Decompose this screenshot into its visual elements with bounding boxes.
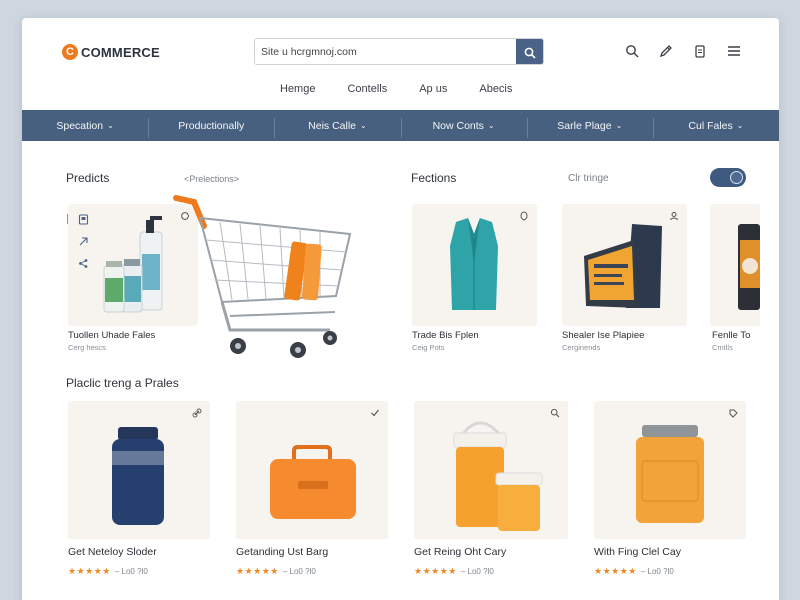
logo-mark: C — [62, 44, 78, 60]
product-card[interactable] — [236, 401, 388, 539]
product-name[interactable]: Getanding Ust Barg — [236, 546, 328, 558]
product-name[interactable]: With Fing Clel Cay — [594, 546, 681, 558]
subnav-link-abecis[interactable]: Abecis — [479, 83, 512, 95]
product-rating: ★★★★★ – Lo0 ?l0 — [236, 566, 316, 577]
product-card[interactable] — [414, 401, 568, 539]
star-rating: ★★★★★ — [414, 566, 457, 576]
store-window: C COMMERCE Hemge Contells Ap us Abe — [22, 18, 779, 600]
product-price: – Lo0 ?l0 — [460, 567, 494, 576]
product-name[interactable]: Trade Bis Fplen — [412, 330, 479, 341]
product-meta: Ceig Pots — [412, 343, 445, 352]
product-name[interactable]: Fenlle To — [712, 330, 750, 341]
orange-canister-image — [636, 425, 704, 523]
section-title-products: Predicts — [66, 171, 110, 185]
menu-icon[interactable] — [725, 42, 743, 60]
product-card[interactable] — [710, 204, 760, 326]
product-rating: ★★★★★ – Lo0 ?l0 — [594, 566, 674, 577]
product-meta: Cerg hescs — [68, 343, 106, 352]
category-neis-calle[interactable]: Neis Calle ⌄ — [274, 117, 400, 138]
category-specation[interactable]: Specation ⌄ — [22, 120, 148, 132]
category-label: Cul Fales — [688, 119, 733, 132]
orange-case-image — [270, 445, 356, 519]
tablet-device-image — [584, 224, 662, 308]
section-title-fections: Fections — [411, 171, 457, 185]
product-card[interactable] — [594, 401, 746, 539]
category-label: Sarle Plage — [557, 119, 612, 132]
subnav-link-home[interactable]: Hemge — [280, 83, 315, 95]
category-sarle-plage[interactable]: Sarle Plage ⌄ — [526, 117, 653, 138]
subnav-link-contacts[interactable]: Contells — [347, 83, 387, 95]
navy-jar-image — [112, 427, 164, 525]
search-button[interactable] — [516, 39, 543, 64]
category-label: Specation — [56, 119, 104, 132]
teal-vest-image — [450, 218, 498, 310]
search-icon — [524, 47, 536, 59]
product-card[interactable] — [562, 204, 687, 326]
product-card[interactable] — [412, 204, 537, 326]
category-cul-fales[interactable]: Cul Fales ⌄ — [652, 117, 779, 138]
product-card[interactable] — [68, 401, 210, 539]
category-label: Now Conts — [432, 119, 484, 132]
product-price: – Lo0 ?l0 — [114, 567, 148, 576]
view-toggle[interactable] — [710, 168, 746, 187]
section-title-practice: Placlic treng a Prales — [66, 376, 179, 390]
header-actions — [623, 42, 743, 60]
shopping-cart-image — [173, 195, 352, 358]
product-name[interactable]: Shealer Ise Plapiee — [562, 330, 644, 341]
search-bar — [254, 38, 544, 65]
product-meta: Cmtlls — [712, 343, 733, 352]
section-subtitle-products[interactable]: <Prelections> — [184, 174, 239, 184]
category-bar: Specation ⌄ Productionally Neis Calle ⌄ No… — [22, 110, 779, 141]
category-label: Neis Calle — [308, 119, 356, 132]
category-label: Productionally — [178, 119, 245, 132]
subnav-link-about[interactable]: Ap us — [419, 83, 447, 95]
product-rating: ★★★★★ – Lo0 ?l0 — [68, 566, 148, 577]
chevron-down-icon: ⌄ — [487, 121, 495, 130]
product-image — [738, 224, 760, 310]
section-subtitle-fections: Clr tringe — [568, 173, 609, 184]
toggle-knob — [730, 171, 743, 184]
logo-text: COMMERCE — [81, 44, 160, 60]
product-name[interactable]: Get Reing Oht Cary — [414, 546, 506, 558]
search-icon[interactable] — [623, 42, 641, 60]
chevron-down-icon: ⌄ — [107, 121, 114, 130]
product-name[interactable]: Get Neteloy Sloder — [68, 546, 157, 558]
star-rating: ★★★★★ — [236, 566, 279, 576]
logo[interactable]: C COMMERCE — [62, 44, 160, 60]
product-rating: ★★★★★ – Lo0 ?l0 — [414, 566, 494, 577]
star-rating: ★★★★★ — [68, 566, 111, 576]
product-meta: Cerginends — [562, 343, 601, 352]
product-price: – Lo0 ?l0 — [282, 567, 316, 576]
category-productionally[interactable]: Productionally — [148, 117, 274, 138]
category-now-conts[interactable]: Now Conts ⌄ — [400, 117, 527, 138]
chevron-down-icon: ⌄ — [360, 121, 367, 130]
chevron-down-icon: ⌄ — [615, 121, 623, 130]
clipboard-icon[interactable] — [691, 42, 709, 60]
product-price: – Lo0 ?l0 — [640, 567, 674, 576]
edit-icon[interactable] — [657, 42, 675, 60]
sub-navigation: Hemge Contells Ap us Abecis — [280, 83, 512, 95]
search-input[interactable] — [255, 39, 516, 64]
chevron-down-icon: ⌄ — [736, 121, 744, 130]
product-name[interactable]: Tuollen Uhade Fales — [68, 330, 155, 341]
orange-containers-image — [453, 421, 543, 531]
star-rating: ★★★★★ — [594, 566, 637, 576]
